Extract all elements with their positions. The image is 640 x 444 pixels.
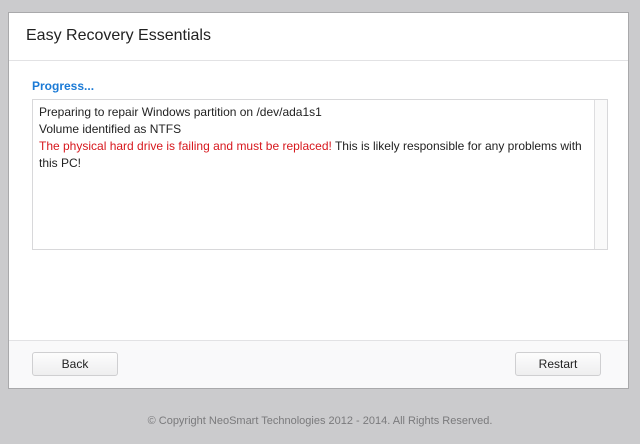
restart-button[interactable]: Restart bbox=[515, 352, 601, 376]
button-bar: Back Restart bbox=[9, 340, 628, 388]
main-panel: Easy Recovery Essentials Progress... Pre… bbox=[8, 12, 629, 389]
back-button[interactable]: Back bbox=[32, 352, 118, 376]
header: Easy Recovery Essentials bbox=[9, 13, 628, 61]
log-line: Volume identified as NTFS bbox=[39, 122, 182, 136]
progress-log: Preparing to repair Windows partition on… bbox=[32, 99, 608, 250]
log-line: Preparing to repair Windows partition on… bbox=[39, 105, 322, 119]
log-scrollbar[interactable] bbox=[594, 100, 607, 249]
copyright: © Copyright NeoSmart Technologies 2012 -… bbox=[147, 415, 493, 427]
window-title: Easy Recovery Essentials bbox=[26, 27, 211, 44]
warning-text: The physical hard drive is failing and m… bbox=[39, 139, 332, 153]
progress-label: Progress... bbox=[32, 79, 95, 93]
log-line-warning: The physical hard drive is failing and m… bbox=[39, 138, 587, 172]
